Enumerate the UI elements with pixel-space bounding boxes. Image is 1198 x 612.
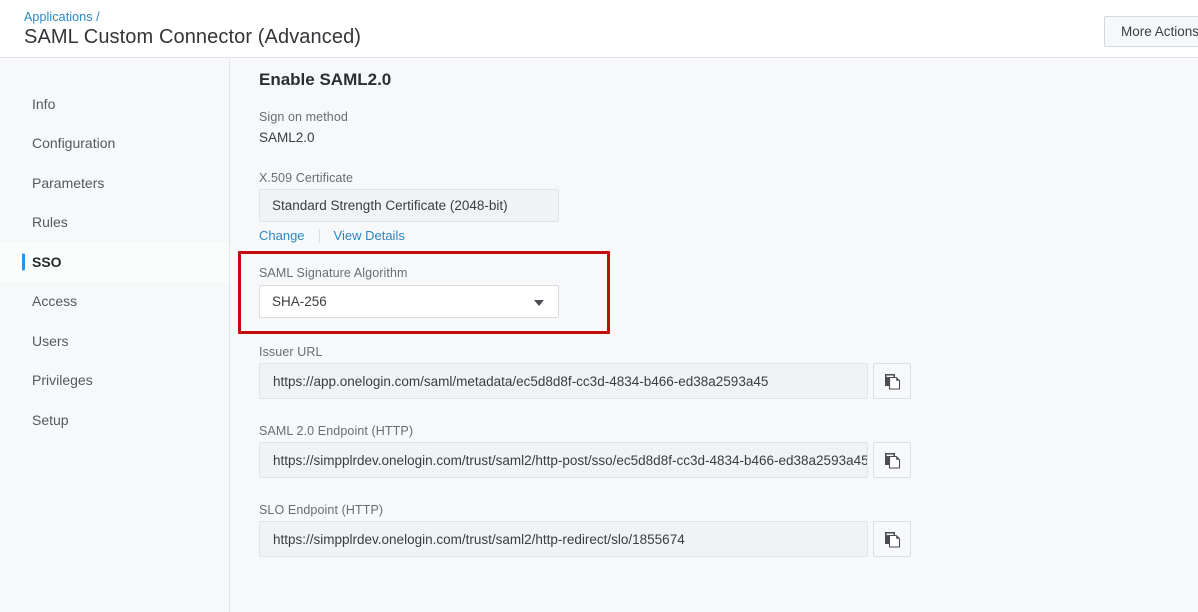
sign-on-method-value: SAML2.0	[259, 130, 315, 145]
view-details-link[interactable]: View Details	[334, 228, 405, 243]
signature-algorithm-value: SHA-256	[272, 294, 327, 309]
sidebar-item-setup[interactable]: Setup	[0, 400, 229, 440]
slo-endpoint-label: SLO Endpoint (HTTP)	[259, 503, 383, 517]
copy-icon	[884, 452, 901, 469]
copy-icon	[884, 531, 901, 548]
sidebar-item-access[interactable]: Access	[0, 282, 229, 322]
copy-slo-endpoint-button[interactable]	[873, 521, 911, 557]
page-body: Info Configuration Parameters Rules SSO …	[0, 58, 1198, 612]
copy-saml-endpoint-button[interactable]	[873, 442, 911, 478]
page-title: SAML Custom Connector (Advanced)	[24, 26, 361, 49]
more-actions-button[interactable]: More Actions	[1104, 16, 1198, 47]
sidebar-item-label: Rules	[32, 214, 68, 230]
certificate-label: X.509 Certificate	[259, 171, 353, 185]
copy-issuer-url-button[interactable]	[873, 363, 911, 399]
sidebar-item-label: Setup	[32, 412, 69, 428]
certificate-value: Standard Strength Certificate (2048-bit)	[259, 189, 559, 222]
copy-icon	[884, 373, 901, 390]
issuer-url-value: https://app.onelogin.com/saml/metadata/e…	[259, 363, 868, 399]
sidebar-item-info[interactable]: Info	[0, 84, 229, 124]
slo-endpoint-row: https://simpplrdev.onelogin.com/trust/sa…	[259, 521, 911, 557]
breadcrumb[interactable]: Applications /	[24, 10, 100, 24]
sidebar-item-parameters[interactable]: Parameters	[0, 163, 229, 203]
sidebar-item-label: Privileges	[32, 372, 93, 388]
signature-algorithm-select[interactable]: SHA-256	[259, 285, 559, 318]
sidebar-item-label: SSO	[32, 254, 62, 270]
sidebar-item-privileges[interactable]: Privileges	[0, 361, 229, 401]
change-certificate-link[interactable]: Change	[259, 228, 305, 243]
sidebar-item-label: Users	[32, 333, 69, 349]
sign-on-method-label: Sign on method	[259, 110, 348, 124]
sidebar-item-users[interactable]: Users	[0, 321, 229, 361]
sidebar-item-label: Parameters	[32, 175, 104, 191]
link-divider	[319, 229, 320, 243]
chevron-down-icon	[534, 300, 544, 306]
sidebar-item-label: Configuration	[32, 135, 115, 151]
issuer-url-row: https://app.onelogin.com/saml/metadata/e…	[259, 363, 911, 399]
signature-algorithm-label: SAML Signature Algorithm	[259, 266, 408, 280]
sso-content-panel: Enable SAML2.0 Sign on method SAML2.0 X.…	[230, 58, 1198, 612]
sidebar-item-rules[interactable]: Rules	[0, 203, 229, 243]
saml-endpoint-row: https://simpplrdev.onelogin.com/trust/sa…	[259, 442, 911, 478]
sidebar-nav: Info Configuration Parameters Rules SSO …	[0, 58, 230, 612]
sidebar-item-label: Access	[32, 293, 77, 309]
slo-endpoint-value: https://simpplrdev.onelogin.com/trust/sa…	[259, 521, 868, 557]
saml-endpoint-value: https://simpplrdev.onelogin.com/trust/sa…	[259, 442, 868, 478]
certificate-links: Change View Details	[259, 228, 405, 243]
section-title: Enable SAML2.0	[259, 70, 391, 90]
sidebar-item-label: Info	[32, 96, 55, 112]
sidebar-item-sso[interactable]: SSO	[0, 242, 229, 282]
issuer-url-label: Issuer URL	[259, 345, 323, 359]
sidebar-item-configuration[interactable]: Configuration	[0, 124, 229, 164]
page-header: Applications / SAML Custom Connector (Ad…	[0, 0, 1198, 58]
saml-endpoint-label: SAML 2.0 Endpoint (HTTP)	[259, 424, 413, 438]
